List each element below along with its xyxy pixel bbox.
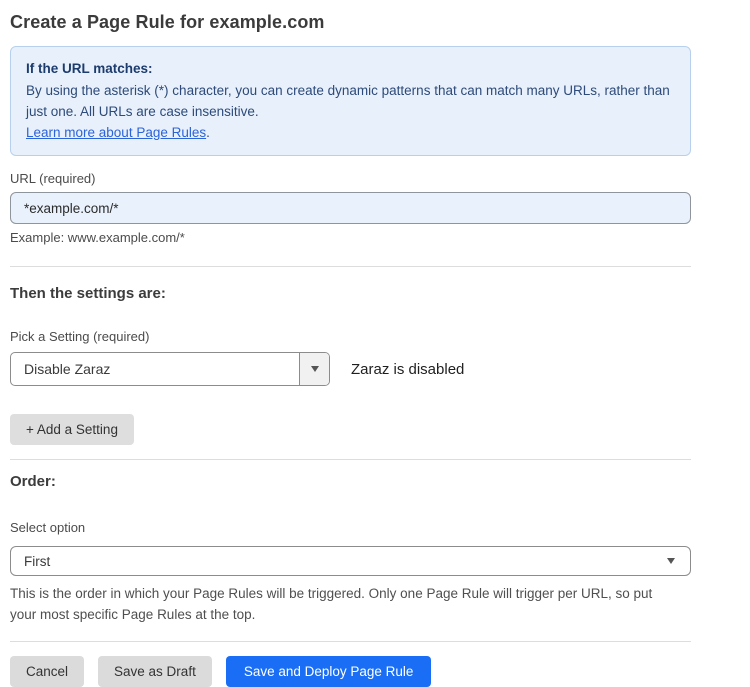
setting-select-value: Disable Zaraz (11, 353, 299, 385)
order-section-heading: Order: (10, 473, 691, 490)
chevron-down-icon (667, 558, 675, 564)
add-setting-button[interactable]: + Add a Setting (10, 414, 134, 445)
divider (10, 459, 691, 460)
setting-row: Disable Zaraz Zaraz is disabled (10, 352, 691, 386)
learn-more-link[interactable]: Learn more about Page Rules (26, 125, 206, 140)
setting-status-text: Zaraz is disabled (351, 361, 464, 378)
info-box-heading: If the URL matches: (26, 58, 675, 79)
url-input[interactable] (10, 192, 691, 224)
order-help-text: This is the order in which your Page Rul… (10, 583, 682, 625)
url-field-label: URL (required) (10, 171, 691, 186)
save-and-deploy-button[interactable]: Save and Deploy Page Rule (226, 656, 432, 687)
cancel-button[interactable]: Cancel (10, 656, 84, 687)
order-select-value: First (24, 554, 50, 569)
setting-select-arrow-button[interactable] (299, 353, 329, 385)
url-match-info-box: If the URL matches: By using the asteris… (10, 46, 691, 156)
setting-picker-label: Pick a Setting (required) (10, 329, 691, 344)
link-suffix: . (206, 125, 210, 140)
info-box-body: By using the asterisk (*) character, you… (26, 80, 675, 122)
setting-select[interactable]: Disable Zaraz (10, 352, 330, 386)
save-as-draft-button[interactable]: Save as Draft (98, 656, 212, 687)
divider (10, 641, 691, 642)
divider (10, 266, 691, 267)
url-example-text: Example: www.example.com/* (10, 230, 691, 245)
order-select[interactable]: First (10, 546, 691, 576)
form-actions: Cancel Save as Draft Save and Deploy Pag… (10, 656, 691, 687)
order-select-label: Select option (10, 520, 691, 535)
page-title: Create a Page Rule for example.com (10, 12, 691, 33)
page-rule-form: Create a Page Rule for example.com If th… (10, 0, 691, 687)
chevron-down-icon (311, 366, 319, 372)
settings-section-heading: Then the settings are: (10, 285, 691, 302)
